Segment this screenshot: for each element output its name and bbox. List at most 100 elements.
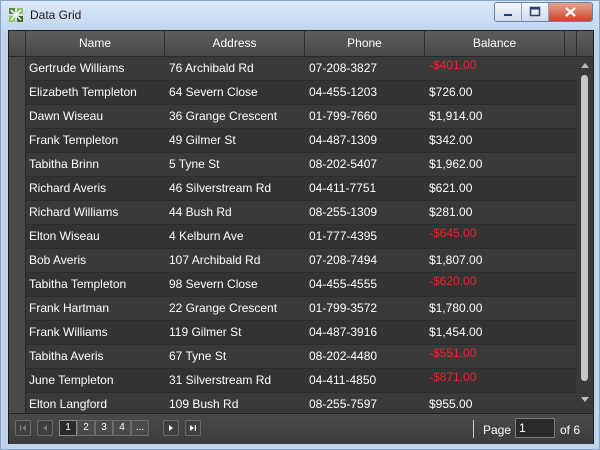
- cell-name: Tabitha Averis: [29, 349, 104, 363]
- cell-name: Tabitha Templeton: [29, 277, 127, 291]
- cell-phone: 04-487-3916: [309, 325, 378, 339]
- column-header-address[interactable]: Address: [165, 31, 305, 56]
- maximize-icon: [529, 6, 541, 17]
- cell-balance: $1,780.00: [429, 301, 483, 315]
- header-spacer: [565, 31, 577, 56]
- last-page-button[interactable]: [185, 420, 201, 436]
- table-row[interactable]: Richard Averis 46 Silverstream Rd 04-411-7…: [26, 177, 576, 201]
- page-button-2[interactable]: 2: [77, 420, 95, 436]
- page-button-1[interactable]: 1: [59, 420, 77, 436]
- cell-name: Frank Hartman: [29, 301, 110, 315]
- cell-address: 119 Gilmer St: [169, 325, 242, 339]
- cell-address: 44 Bush Rd: [169, 205, 232, 219]
- header-corner: [9, 31, 26, 56]
- cell-name: Dawn Wiseau: [29, 109, 104, 123]
- cell-address: 36 Grange Crescent: [169, 109, 278, 123]
- app-grid-icon: [9, 8, 23, 22]
- table-row[interactable]: Bob Averis 107 Archibald Rd 07-208-7494 $1,…: [26, 249, 576, 273]
- cell-address: 31 Silverstream Rd: [169, 373, 272, 387]
- row-header-column: [9, 57, 26, 413]
- cell-address: 46 Silverstream Rd: [169, 181, 272, 195]
- vertical-scrollbar[interactable]: [577, 57, 593, 413]
- maximize-button[interactable]: [522, 3, 549, 21]
- cell-balance: $342.00: [429, 133, 473, 147]
- cell-address: 107 Archibald Rd: [169, 253, 261, 267]
- cell-phone: 08-202-5407: [309, 157, 378, 171]
- page-button-4[interactable]: 4: [113, 420, 131, 436]
- first-page-button[interactable]: [15, 420, 31, 436]
- cell-address: 4 Kelburn Ave: [169, 229, 244, 243]
- cell-address: 76 Archibald Rd: [169, 61, 254, 75]
- page-count-label: of 6: [560, 423, 581, 437]
- cell-phone: 08-255-7597: [309, 397, 378, 411]
- column-header-name[interactable]: Name: [26, 31, 165, 56]
- column-header-phone[interactable]: Phone: [305, 31, 425, 56]
- minimize-button[interactable]: [495, 3, 522, 21]
- scroll-up-arrow-icon[interactable]: [581, 63, 589, 68]
- table-row[interactable]: Frank Hartman 22 Grange Crescent 01-799-35…: [26, 297, 576, 321]
- cell-phone: 07-208-3827: [309, 61, 378, 75]
- grid-header: Name Address Phone Balance: [9, 31, 593, 57]
- page-label: Page: [483, 423, 512, 437]
- title-bar[interactable]: Data Grid: [1, 1, 599, 29]
- cell-address: 22 Grange Crescent: [169, 301, 278, 315]
- cell-name: Richard Williams: [29, 205, 119, 219]
- cell-name: Tabitha Brinn: [29, 157, 100, 171]
- scrollbar-thumb[interactable]: [581, 75, 588, 381]
- cell-name: June Templeton: [29, 373, 114, 387]
- pager-separator: [473, 420, 474, 438]
- cell-address: 49 Gilmer St: [169, 133, 236, 147]
- table-row[interactable]: Tabitha Templeton 98 Severn Close 04-455-4…: [26, 273, 576, 297]
- cell-address: 98 Severn Close: [169, 277, 258, 291]
- cell-phone: 04-455-1203: [309, 85, 378, 99]
- table-row[interactable]: Gertrude Williams 76 Archibald Rd 07-208-3…: [26, 57, 576, 81]
- close-button[interactable]: [549, 3, 592, 21]
- cell-name: Frank Williams: [29, 325, 108, 339]
- cell-address: 5 Tyne St: [169, 157, 220, 171]
- table-row[interactable]: Tabitha Averis 67 Tyne St 08-202-4480 -$551…: [26, 345, 576, 369]
- table-row[interactable]: Elizabeth Templeton 64 Severn Close 04-455…: [26, 81, 576, 105]
- cell-address: 67 Tyne St: [169, 349, 227, 363]
- cell-name: Gertrude Williams: [29, 61, 125, 75]
- page-button-3[interactable]: 3: [95, 420, 113, 436]
- cell-balance: $1,962.00: [429, 157, 483, 171]
- cell-phone: 07-208-7494: [309, 253, 378, 267]
- table-row[interactable]: Dawn Wiseau 36 Grange Crescent 01-799-7660…: [26, 105, 576, 129]
- cell-balance: -$620.00: [429, 274, 477, 288]
- table-row[interactable]: Frank Williams 119 Gilmer St 04-487-3916 $1…: [26, 321, 576, 345]
- table-row[interactable]: Elton Langford 109 Bush Rd 08-255-7597 $955…: [26, 393, 576, 413]
- column-header-balance[interactable]: Balance: [425, 31, 565, 56]
- cell-phone: 01-799-7660: [309, 109, 378, 123]
- cell-phone: 08-255-1309: [309, 205, 378, 219]
- last-page-icon: [190, 425, 196, 431]
- page-button-more[interactable]: ...: [131, 420, 149, 436]
- table-row[interactable]: Elton Wiseau 4 Kelburn Ave 01-777-4395 -$64…: [26, 225, 576, 249]
- data-grid: Name Address Phone Balance Gertrude Will…: [8, 30, 594, 444]
- cell-balance: $1,914.00: [429, 109, 483, 123]
- cell-name: Elton Langford: [29, 397, 108, 411]
- next-page-button[interactable]: [163, 420, 179, 436]
- cell-phone: 01-777-4395: [309, 229, 378, 243]
- grid-body: Gertrude Williams 76 Archibald Rd 07-208-3…: [26, 57, 576, 413]
- cell-name: Elton Wiseau: [29, 229, 100, 243]
- window: Data Grid Name Address Phone Balance Ger…: [0, 0, 600, 450]
- cell-phone: 04-487-1309: [309, 133, 378, 147]
- next-page-icon: [169, 425, 173, 431]
- close-icon: [565, 7, 576, 17]
- cell-phone: 04-455-4555: [309, 277, 378, 291]
- table-row[interactable]: June Templeton 31 Silverstream Rd 04-411-4…: [26, 369, 576, 393]
- table-row[interactable]: Frank Templeton 49 Gilmer St 04-487-1309 $3…: [26, 129, 576, 153]
- cell-balance: $621.00: [429, 181, 473, 195]
- prev-page-button[interactable]: [37, 420, 53, 436]
- cell-name: Frank Templeton: [29, 133, 119, 147]
- page-number-input[interactable]: [515, 418, 555, 438]
- cell-phone: 08-202-4480: [309, 349, 378, 363]
- prev-page-icon: [43, 425, 47, 431]
- scroll-down-arrow-icon[interactable]: [581, 397, 589, 402]
- cell-balance: $281.00: [429, 205, 473, 219]
- table-row[interactable]: Tabitha Brinn 5 Tyne St 08-202-5407 $1,962.…: [26, 153, 576, 177]
- table-row[interactable]: Richard Williams 44 Bush Rd 08-255-1309 $28…: [26, 201, 576, 225]
- cell-balance: $955.00: [429, 397, 473, 411]
- cell-balance: -$551.00: [429, 346, 477, 360]
- cell-phone: 01-799-3572: [309, 301, 378, 315]
